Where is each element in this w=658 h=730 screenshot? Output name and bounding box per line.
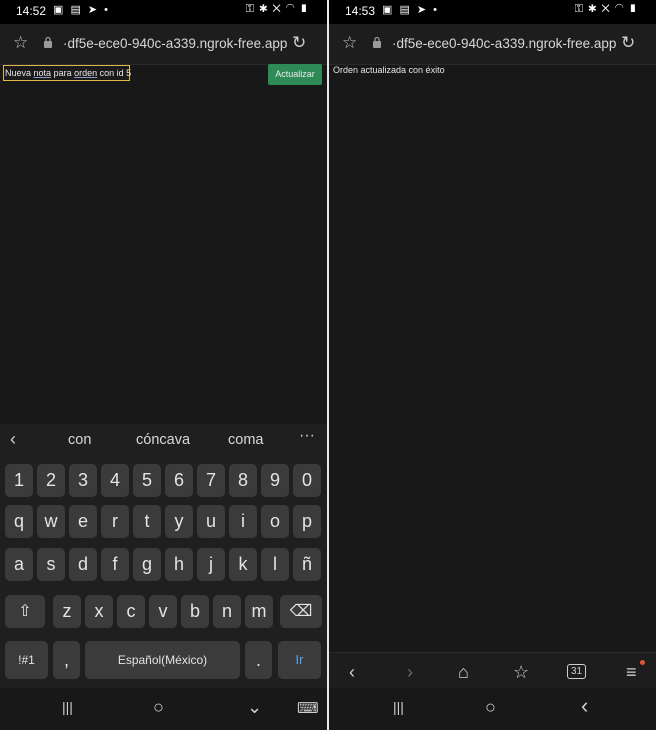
- key-c[interactable]: c: [117, 595, 145, 628]
- url-bar[interactable]: ☆ ·df5e-ece0-940c-a339.ngrok-free.app ↻: [329, 24, 656, 65]
- key-u[interactable]: u: [197, 505, 225, 538]
- home-icon[interactable]: ○: [153, 697, 164, 718]
- home-icon[interactable]: ○: [485, 697, 496, 718]
- note-text-part: con id 5: [97, 68, 132, 78]
- forward-icon[interactable]: ›: [407, 662, 413, 683]
- notification-icons: ▣ ▤ ➤ •: [53, 4, 111, 16]
- recent-apps-icon[interactable]: |||: [62, 699, 73, 715]
- menu-icon[interactable]: ≡: [626, 662, 637, 683]
- suggestion-bar: ‹ con cóncava coma ···: [0, 424, 327, 456]
- key-h[interactable]: h: [165, 548, 193, 581]
- system-navigation-bar: ||| ○ ‹: [329, 688, 656, 730]
- key-0[interactable]: 0: [293, 464, 321, 497]
- tabs-icon[interactable]: 31: [567, 664, 587, 679]
- key-n[interactable]: n: [213, 595, 241, 628]
- key-f[interactable]: f: [101, 548, 129, 581]
- system-status-icons: ⚿ ✱ ✕ ◠ ▮: [574, 3, 638, 15]
- key-e[interactable]: e: [69, 505, 97, 538]
- url-text[interactable]: ·df5e-ece0-940c-a339.ngrok-free.app: [392, 36, 616, 51]
- key-z[interactable]: z: [53, 595, 81, 628]
- suggestion-word-coma[interactable]: coma: [228, 432, 263, 448]
- more-options-icon[interactable]: ···: [299, 427, 315, 445]
- key-v[interactable]: v: [149, 595, 177, 628]
- right-phone-screen: 14:53 ▣ ▤ ➤ • ⚿ ✱ ✕ ◠ ▮ ☆ ·df5e-ece0-940…: [329, 0, 656, 730]
- comma-key[interactable]: ,: [53, 641, 80, 679]
- keyboard-icon[interactable]: ⌨: [297, 699, 319, 717]
- browser-navigation-bar: ‹ › ⌂ ☆ 31 ≡: [329, 652, 656, 693]
- success-message: Orden actualizada con éxito: [333, 65, 445, 75]
- note-text-underlined: nota: [33, 68, 52, 78]
- bookmarks-icon[interactable]: ☆: [513, 662, 529, 683]
- bookmark-star-icon[interactable]: ☆: [342, 33, 357, 53]
- note-input-field[interactable]: Nueva nota para orden con id 5: [3, 65, 132, 81]
- key-8[interactable]: 8: [229, 464, 257, 497]
- left-phone-screen: 14:52 ▣ ▤ ➤ • ⚿ ✱ ✕ ◠ ▮ ☆ ·df5e-ece0-940…: [0, 0, 327, 730]
- suggestion-word-concava[interactable]: cóncava: [136, 432, 190, 448]
- menu-notification-dot: [640, 660, 645, 665]
- suggestion-back-icon[interactable]: ‹: [10, 429, 16, 450]
- url-bar[interactable]: ☆ ·df5e-ece0-940c-a339.ngrok-free.app ↻: [0, 24, 327, 65]
- keyboard: 1 2 3 4 5 6 7 8 9 0 q w e r t y u i o p …: [0, 456, 327, 688]
- key-1[interactable]: 1: [5, 464, 33, 497]
- space-key[interactable]: Español(México): [85, 641, 240, 679]
- status-bar: 14:52 ▣ ▤ ➤ • ⚿ ✱ ✕ ◠ ▮: [0, 0, 327, 24]
- key-enie[interactable]: ñ: [293, 548, 321, 581]
- key-g[interactable]: g: [133, 548, 161, 581]
- key-y[interactable]: y: [165, 505, 193, 538]
- backspace-key[interactable]: ⌫: [280, 595, 322, 628]
- key-3[interactable]: 3: [69, 464, 97, 497]
- symbols-key[interactable]: !#1: [5, 641, 48, 679]
- update-button[interactable]: Actualizar: [268, 64, 322, 85]
- key-p[interactable]: p: [293, 505, 321, 538]
- key-2[interactable]: 2: [37, 464, 65, 497]
- status-time: 14:52: [16, 4, 47, 18]
- key-9[interactable]: 9: [261, 464, 289, 497]
- recent-apps-icon[interactable]: |||: [393, 699, 404, 715]
- go-key[interactable]: Ir: [278, 641, 321, 679]
- key-t[interactable]: t: [133, 505, 161, 538]
- system-navigation-bar: ||| ○ ⌄ ⌨: [0, 688, 327, 730]
- key-k[interactable]: k: [229, 548, 257, 581]
- note-text-part: para: [51, 68, 75, 78]
- note-text-part: Nueva: [5, 68, 34, 78]
- back-icon[interactable]: ‹: [349, 662, 355, 683]
- key-w[interactable]: w: [37, 505, 65, 538]
- hide-keyboard-icon[interactable]: ⌄: [247, 697, 262, 718]
- note-text-underlined: orden: [74, 68, 98, 78]
- shift-key[interactable]: ⇧: [5, 595, 45, 628]
- key-a[interactable]: a: [5, 548, 33, 581]
- key-4[interactable]: 4: [101, 464, 129, 497]
- period-key[interactable]: .: [245, 641, 272, 679]
- reload-icon[interactable]: ↻: [621, 33, 635, 53]
- status-bar: 14:53 ▣ ▤ ➤ • ⚿ ✱ ✕ ◠ ▮: [329, 0, 656, 24]
- key-l[interactable]: l: [261, 548, 289, 581]
- key-q[interactable]: q: [5, 505, 33, 538]
- key-r[interactable]: r: [101, 505, 129, 538]
- back-icon[interactable]: ‹: [581, 693, 588, 719]
- notification-icons: ▣ ▤ ➤ •: [382, 4, 440, 16]
- key-o[interactable]: o: [261, 505, 289, 538]
- key-b[interactable]: b: [181, 595, 209, 628]
- lock-icon: [44, 36, 52, 48]
- reload-icon[interactable]: ↻: [292, 33, 306, 53]
- bookmark-star-icon[interactable]: ☆: [13, 33, 28, 53]
- lock-icon: [373, 36, 381, 48]
- key-5[interactable]: 5: [133, 464, 161, 497]
- key-d[interactable]: d: [69, 548, 97, 581]
- status-time: 14:53: [345, 4, 376, 18]
- system-status-icons: ⚿ ✱ ✕ ◠ ▮: [245, 3, 309, 15]
- home-icon[interactable]: ⌂: [458, 662, 469, 683]
- key-x[interactable]: x: [85, 595, 113, 628]
- key-6[interactable]: 6: [165, 464, 193, 497]
- suggestion-word-con[interactable]: con: [68, 432, 91, 448]
- key-j[interactable]: j: [197, 548, 225, 581]
- key-m[interactable]: m: [245, 595, 273, 628]
- url-text[interactable]: ·df5e-ece0-940c-a339.ngrok-free.app: [63, 36, 287, 51]
- key-7[interactable]: 7: [197, 464, 225, 497]
- key-s[interactable]: s: [37, 548, 65, 581]
- key-i[interactable]: i: [229, 505, 257, 538]
